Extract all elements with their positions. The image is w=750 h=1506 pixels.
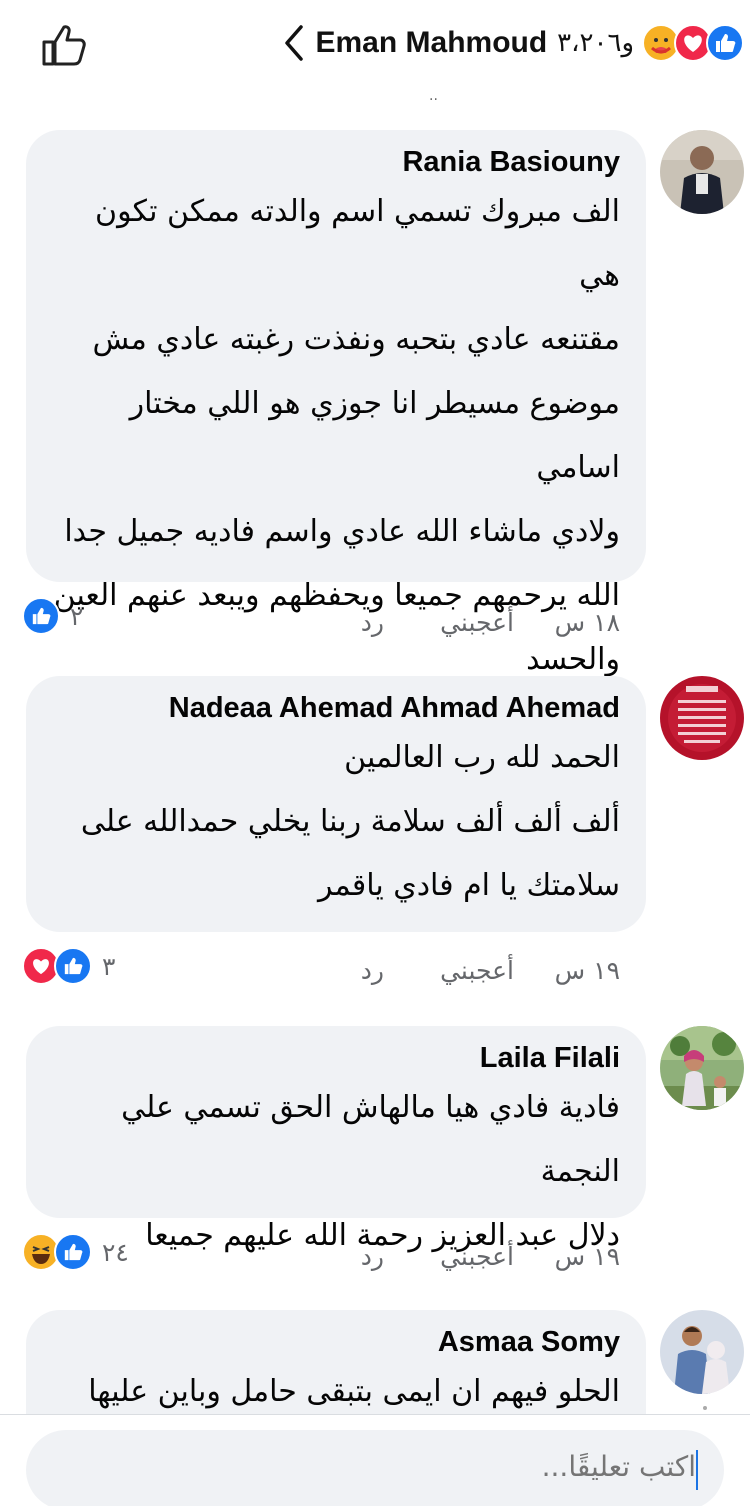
comment-line: مقتنعه عادي بتحبه ونفذت رغبته عادي مش: [92, 322, 620, 357]
avatar[interactable]: [660, 676, 744, 760]
comment-author[interactable]: Nadeaa Ahemad Ahmad Ahemad: [52, 690, 620, 726]
like-link[interactable]: أعجبني: [440, 608, 514, 637]
avatar[interactable]: [660, 1310, 744, 1394]
reactors-summary[interactable]: Eman Mahmoud و٣،٢٠٦: [281, 20, 744, 66]
like-icon: [54, 947, 92, 985]
like-link[interactable]: أعجبني: [440, 956, 514, 985]
reply-link[interactable]: رد: [361, 1242, 384, 1271]
like-link[interactable]: أعجبني: [440, 1242, 514, 1271]
comment-composer[interactable]: [26, 1430, 724, 1506]
composer-divider: [0, 1414, 750, 1415]
avatar[interactable]: [660, 1026, 744, 1110]
comment-bubble: Laila Filali فادية فادي هيا مالهاش الحق …: [26, 1026, 646, 1253]
like-button-icon[interactable]: [40, 22, 88, 68]
comment-reactions[interactable]: ٣: [22, 946, 115, 986]
reaction-count: ٣: [102, 951, 116, 981]
reply-link[interactable]: رد: [361, 956, 384, 985]
post-header: Eman Mahmoud و٣،٢٠٦ ··: [0, 0, 750, 108]
comment-time: ١٨ س: [554, 607, 620, 637]
comment-line: ألف ألف ألف سلامة ربنا يخلي حمدالله على: [80, 804, 620, 839]
reply-link[interactable]: رد: [361, 608, 384, 637]
comment-meta: ١٨ س أعجبني رد: [0, 602, 750, 642]
comment-line: الف مبروك تسمي اسم والدته ممكن تكون هي: [95, 194, 620, 293]
comment-bubble: Nadeaa Ahemad Ahmad Ahemad الحمد لله رب …: [26, 676, 646, 932]
comment-bubble: Asmaa Somy الحلو فيهم ان ايمى بتبقى حامل…: [26, 1310, 646, 1414]
reaction-icons: [642, 24, 744, 62]
like-icon: [22, 597, 60, 635]
comment-input[interactable]: [96, 1450, 696, 1483]
comment-author[interactable]: Asmaa Somy: [52, 1324, 620, 1360]
comment-reactions[interactable]: ٢: [22, 596, 83, 636]
comment-line: سلامتك يا ام فادي ياقمر: [317, 868, 620, 903]
reaction-count: ٢: [70, 601, 84, 631]
avatar[interactable]: [660, 130, 744, 214]
comment-line: الحمد لله رب العالمين: [344, 740, 620, 775]
like-icon: [706, 24, 744, 62]
reactor-name: Eman Mahmoud: [315, 26, 548, 59]
comment-text: الحمد لله رب العالمين ألف ألف ألف سلامة …: [52, 726, 620, 918]
comment-author[interactable]: Rania Basiouny: [52, 144, 620, 180]
comment-line: موضوع مسيطر انا جوزي هو اللي مختار اسامي: [129, 386, 620, 485]
reaction-count: ٢٤: [102, 1237, 129, 1267]
comment-bubble: Rania Basiouny الف مبروك تسمي اسم والدته…: [26, 130, 646, 677]
scroll-dots: ··: [429, 92, 438, 108]
indicator-dot: [703, 1406, 707, 1410]
comment-reactions[interactable]: ٢٤: [22, 1232, 129, 1272]
comment-line: فادية فادي هيا مالهاش الحق تسمي علي النج…: [121, 1090, 620, 1189]
reaction-count: و٣،٢٠٦: [557, 28, 634, 58]
chevron-left-icon[interactable]: [281, 23, 307, 63]
comment-line: ولادي ماشاء الله عادي واسم فاديه جميل جد…: [64, 514, 620, 549]
like-icon: [54, 1233, 92, 1271]
comment-author[interactable]: Laila Filali: [52, 1040, 620, 1076]
comment-time: ١٩ س: [554, 955, 620, 985]
comment-time: ١٩ س: [554, 1241, 620, 1271]
text-cursor: [696, 1450, 698, 1490]
